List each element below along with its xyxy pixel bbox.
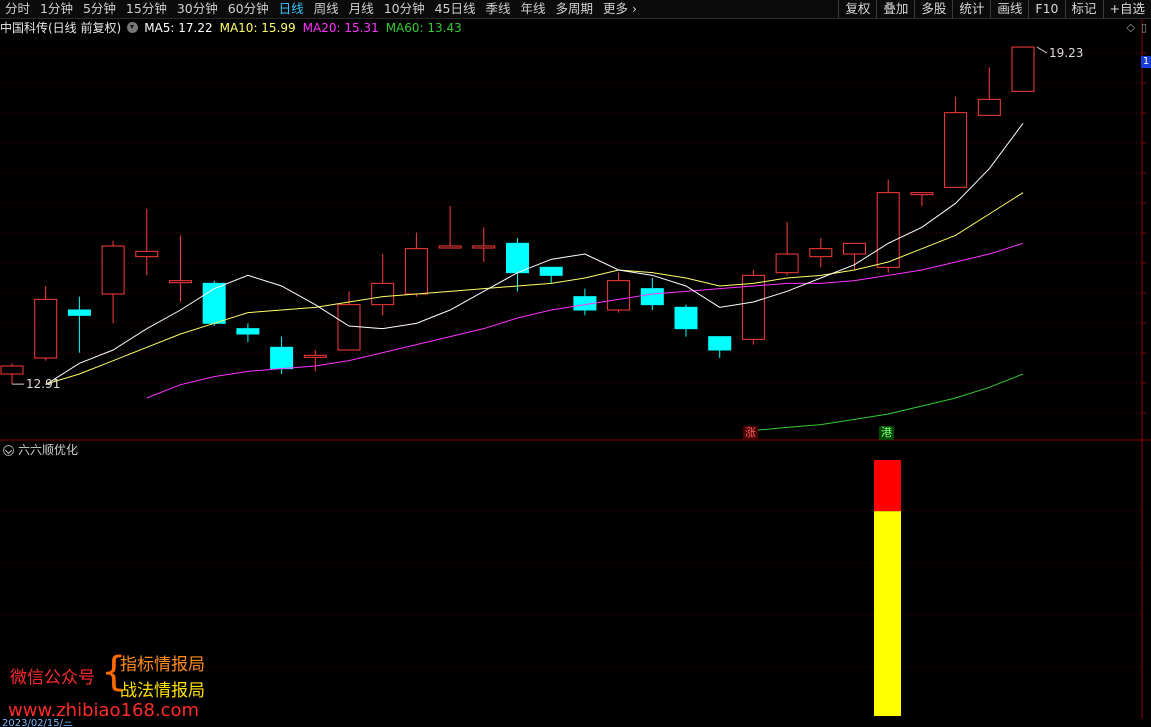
watermark-wechat: 微信公众号 <box>10 668 95 688</box>
candle-body <box>876 192 900 268</box>
candle-body <box>404 248 428 295</box>
watermark-line1: 指标情报局 <box>120 655 205 675</box>
candle-body <box>539 266 563 276</box>
high-pointer <box>1036 46 1048 54</box>
candle-body <box>169 280 192 284</box>
candle-body <box>607 280 631 311</box>
candle-body <box>236 328 260 335</box>
candle-body <box>202 282 226 324</box>
candle-body <box>1011 46 1035 92</box>
toolbar-button[interactable]: F10 <box>1028 0 1064 18</box>
candle-body <box>303 354 327 358</box>
ma60-label: MA60: 13.43 <box>385 21 462 35</box>
candle-body <box>977 98 1001 116</box>
period-tab[interactable]: 年线 <box>516 0 551 18</box>
period-tabs: 分时 1分钟 5分钟 15分钟 30分钟 60分钟 日线 周线 月线 10分钟 45日线 季线 年线 多周… <box>0 0 642 18</box>
period-tab[interactable]: 30分钟 <box>172 0 223 18</box>
toolbar-button[interactable]: 统计 <box>952 0 990 18</box>
candle-body <box>640 288 664 306</box>
watermark-line2: 战法情报局 <box>120 681 205 701</box>
period-tab[interactable]: 季线 <box>481 0 516 18</box>
diamond-icon[interactable]: ◇ <box>1126 21 1134 34</box>
candle-body <box>371 282 395 306</box>
period-tab[interactable]: 分时 <box>0 0 35 18</box>
period-tab[interactable]: 多周期 <box>551 0 599 18</box>
period-tab[interactable]: 更多 › <box>598 0 642 18</box>
candle-body <box>67 309 91 316</box>
window-icon[interactable]: ▯ <box>1141 21 1147 34</box>
high-price-label: 19.23 <box>1049 46 1083 60</box>
ma10-label: MA10: 15.99 <box>219 21 296 35</box>
ma5-label: MA5: 17.22 <box>144 21 213 35</box>
chart-menu-dropdown-icon[interactable] <box>127 22 139 33</box>
period-tab[interactable]: 45日线 <box>430 0 481 18</box>
toolbar-button[interactable]: 多股 <box>914 0 952 18</box>
candle-body <box>337 304 361 351</box>
period-tab[interactable]: 1分钟 <box>35 0 78 18</box>
ma20-label: MA20: 15.31 <box>302 21 379 35</box>
event-mark-gang[interactable]: 港 <box>879 426 894 440</box>
candle-body <box>843 242 866 255</box>
indicator-bar-red <box>874 460 901 512</box>
ma60-line <box>753 373 1024 432</box>
stock-title[interactable]: 中国科传(日线 前复权) <box>0 19 121 37</box>
toolbar: 分时 1分钟 5分钟 15分钟 30分钟 60分钟 日线 周线 月线 10分钟 45日线 季线 年线 多周… <box>0 0 1151 19</box>
indicator-name: 六六顺优化 <box>18 443 79 457</box>
toolbar-button[interactable]: 画线 <box>990 0 1028 18</box>
candle-body <box>910 192 934 196</box>
candle-body <box>775 253 799 274</box>
candle-body <box>708 336 732 351</box>
ma10-line <box>45 192 1024 385</box>
price-edge-tag: 1 <box>1141 56 1151 68</box>
watermark-site: www.zhibiao168.com <box>8 700 200 721</box>
date-bar: 2023/02/15/三 <box>0 719 1151 727</box>
period-tab[interactable]: 5分钟 <box>78 0 121 18</box>
date-label: 2023/02/15/三 <box>2 719 74 727</box>
candle-body <box>809 248 833 258</box>
period-tab[interactable]: 15分钟 <box>121 0 172 18</box>
toolbar-button[interactable]: 标记 <box>1064 0 1103 18</box>
chart-info-bar: 中国科传(日线 前复权) MA5: 17.22 MA10: 15.99 MA20… <box>0 19 469 37</box>
indicator-bar-yellow <box>874 511 901 716</box>
chart-canvas: 19.23 12.91 <box>0 19 1151 719</box>
candle-body <box>506 242 529 274</box>
candle-body <box>674 306 698 330</box>
toolbar-button[interactable]: +自选 <box>1102 0 1151 18</box>
candle-body <box>34 298 58 359</box>
toolbar-right-buttons: 复权 叠加 多股 统计 画线 F10 标记 +自选 <box>838 0 1151 18</box>
period-tab[interactable]: 60分钟 <box>223 0 274 18</box>
event-mark-zhang[interactable]: 涨 <box>743 426 758 440</box>
toolbar-button[interactable]: 复权 <box>838 0 876 18</box>
chevron-down-icon[interactable] <box>3 444 14 456</box>
period-tab[interactable]: 10分钟 <box>379 0 430 18</box>
candle-body <box>438 245 462 249</box>
chart-corner-controls: ◇ ▯ <box>1126 21 1147 34</box>
period-tab[interactable]: 周线 <box>309 0 344 18</box>
candle-body <box>0 365 24 375</box>
candle-body <box>101 245 125 295</box>
candle-body <box>944 112 968 188</box>
candle-body <box>135 250 159 258</box>
toolbar-button[interactable]: 叠加 <box>876 0 914 18</box>
period-tab[interactable]: 月线 <box>344 0 379 18</box>
low-price-label: 12.91 <box>26 377 60 391</box>
indicator-title[interactable]: 六六顺优化 <box>3 442 78 458</box>
ma5-line <box>45 123 1024 386</box>
candle-body <box>270 346 294 370</box>
candle-body <box>472 245 496 249</box>
period-tab[interactable]: 日线 <box>274 0 309 18</box>
